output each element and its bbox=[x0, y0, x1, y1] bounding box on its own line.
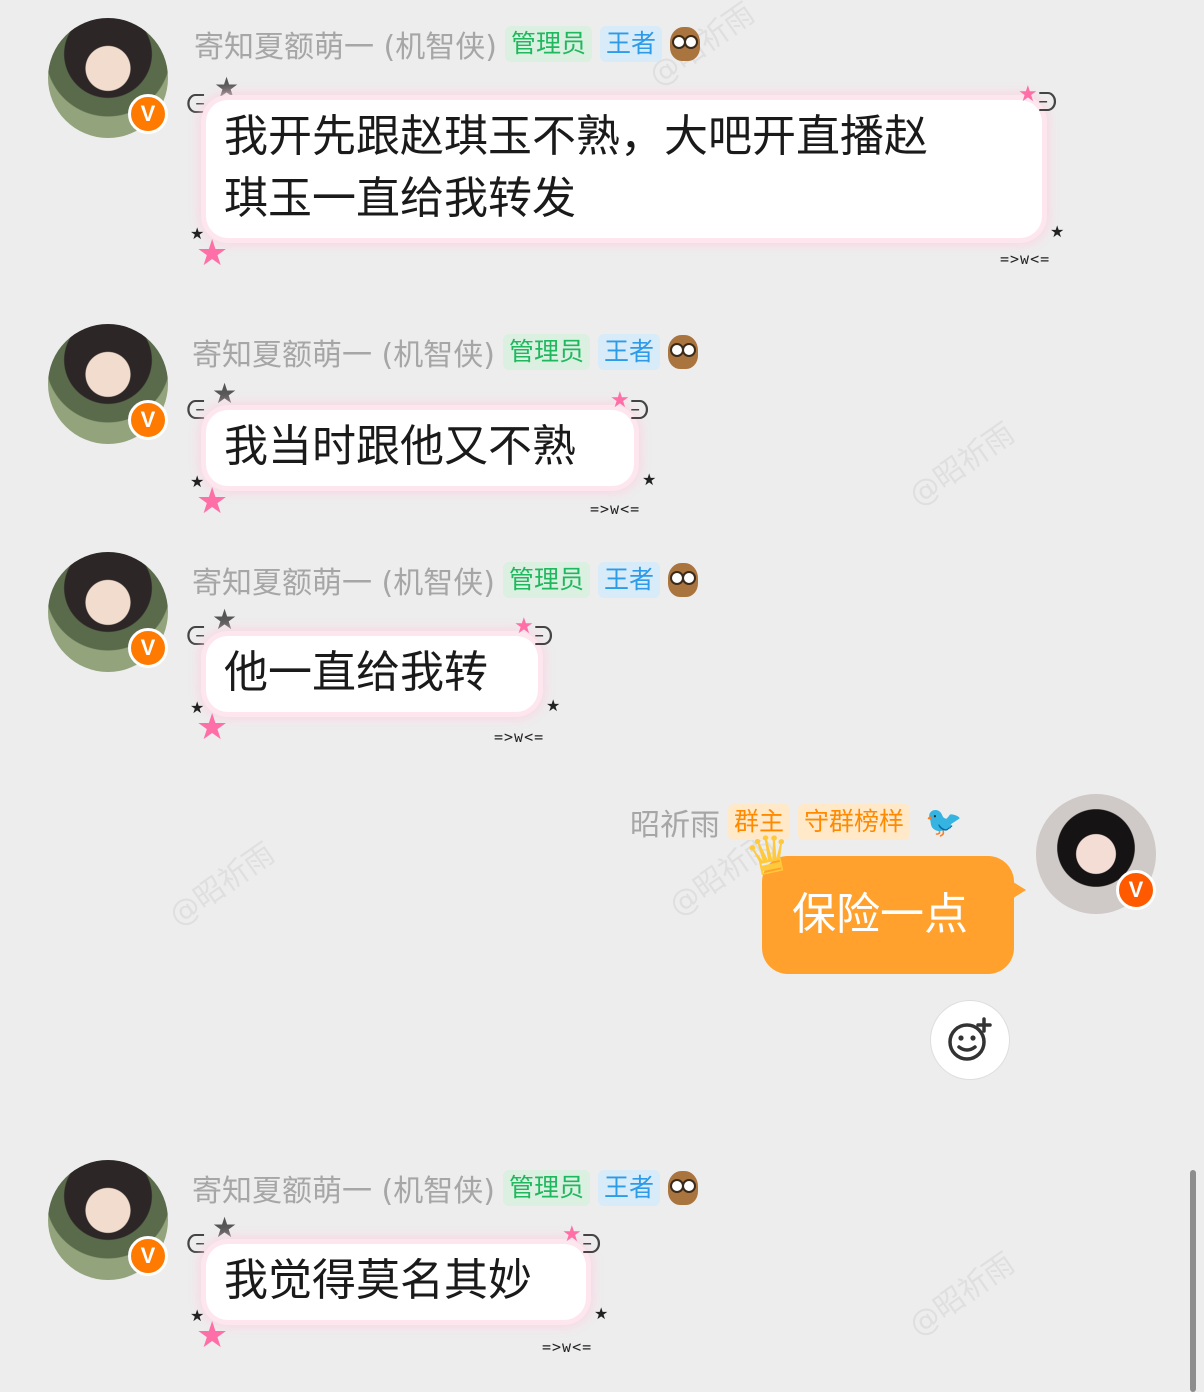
self-message-bubble[interactable]: 保险一点 bbox=[762, 856, 1026, 974]
message-text-line: 我开先跟赵琪玉不熟，大吧开直播赵 bbox=[224, 111, 928, 162]
message-text: 我觉得莫名其妙 bbox=[224, 1255, 532, 1306]
watermark: @昭祈雨 bbox=[162, 836, 282, 934]
message-bubble[interactable]: 我开先跟赵琪玉不熟，大吧开直播赵 琪玉一直给我转发 bbox=[206, 100, 1042, 238]
wing-icon: ᕮ bbox=[186, 396, 206, 426]
kaomoji: =>w<= bbox=[1000, 250, 1051, 268]
scrollbar[interactable] bbox=[1190, 1170, 1196, 1392]
wing-icon: ᕭ bbox=[582, 1230, 602, 1260]
star-icon: ★ bbox=[1050, 222, 1065, 241]
self-avatar[interactable]: V bbox=[1036, 794, 1156, 914]
wing-icon: ᕭ bbox=[630, 396, 650, 426]
watermark: @昭祈雨 bbox=[902, 416, 1022, 514]
king-badge: 王者 bbox=[597, 562, 660, 598]
sender-row: 寄知夏额萌一 (机智侠) 管理员 王者 bbox=[192, 330, 698, 374]
kaomoji: =>w<= bbox=[542, 1338, 593, 1356]
model-badge: 守群榜样 bbox=[798, 804, 911, 840]
king-badge: 王者 bbox=[597, 334, 660, 370]
sender-row: 寄知夏额萌一 (机智侠) 管理员 王者 bbox=[194, 22, 700, 66]
sender-name[interactable]: 寄知夏额萌一 (机智侠) bbox=[192, 558, 495, 602]
star-icon: ★ bbox=[196, 481, 229, 522]
message-text-line: 琪玉一直给我转发 bbox=[224, 173, 576, 224]
star-icon: ★ bbox=[1018, 82, 1038, 107]
kaomoji: =>w<= bbox=[494, 728, 545, 746]
self-name[interactable]: 昭祈雨 bbox=[630, 800, 720, 844]
star-icon: ★ bbox=[212, 1211, 238, 1244]
sender-name[interactable]: 寄知夏额萌一 (机智侠) bbox=[192, 330, 495, 374]
wing-icon: ᕭ bbox=[534, 622, 554, 652]
star-icon: ★ bbox=[212, 377, 238, 410]
bird-icon: 🐦 bbox=[925, 804, 963, 840]
star-icon: ★ bbox=[594, 1304, 609, 1323]
star-icon: ★ bbox=[514, 614, 534, 639]
vip-badge-icon: V bbox=[128, 1236, 168, 1276]
wing-icon: ᕮ bbox=[186, 1230, 206, 1260]
vip-badge-icon: V bbox=[1116, 870, 1156, 910]
sender-name[interactable]: 寄知夏额萌一 (机智侠) bbox=[194, 22, 497, 66]
kaomoji: =>w<= bbox=[590, 500, 641, 518]
avatar[interactable]: V bbox=[48, 552, 168, 672]
message-text: 我当时跟他又不熟 bbox=[224, 421, 576, 472]
star-icon: ★ bbox=[562, 1222, 582, 1247]
king-badge: 王者 bbox=[597, 1170, 660, 1206]
owl-icon bbox=[667, 1171, 698, 1205]
star-icon: ★ bbox=[196, 1315, 229, 1356]
star-icon: ★ bbox=[196, 233, 229, 274]
king-badge: 王者 bbox=[599, 26, 662, 62]
star-icon: ★ bbox=[196, 707, 229, 748]
owl-icon bbox=[667, 563, 698, 597]
avatar[interactable]: V bbox=[48, 1160, 168, 1280]
message-text: 他一直给我转 bbox=[224, 647, 488, 698]
add-reaction-button[interactable] bbox=[930, 1000, 1010, 1080]
message-bubble[interactable]: 我当时跟他又不熟 bbox=[206, 410, 634, 486]
message-bubble[interactable]: 他一直给我转 bbox=[206, 636, 538, 712]
owl-icon bbox=[669, 27, 700, 61]
admin-badge: 管理员 bbox=[502, 1170, 590, 1206]
admin-badge: 管理员 bbox=[502, 562, 590, 598]
star-icon: ★ bbox=[214, 71, 240, 104]
watermark: @昭祈雨 bbox=[902, 1246, 1022, 1344]
wing-icon: ᕭ bbox=[1038, 88, 1058, 118]
self-sender-row: 昭祈雨 群主 守群榜样 🐦 bbox=[630, 800, 970, 844]
sender-name[interactable]: 寄知夏额萌一 (机智侠) bbox=[192, 1166, 495, 1210]
star-icon: ★ bbox=[610, 388, 630, 413]
message-bubble[interactable]: 我觉得莫名其妙 bbox=[206, 1244, 586, 1320]
wing-icon: ᕮ bbox=[186, 622, 206, 652]
sender-row: 寄知夏额萌一 (机智侠) 管理员 王者 bbox=[192, 1166, 698, 1210]
smiley-add-icon bbox=[948, 1017, 992, 1061]
admin-badge: 管理员 bbox=[504, 26, 592, 62]
star-icon: ★ bbox=[212, 603, 238, 636]
star-icon: ★ bbox=[642, 470, 657, 489]
admin-badge: 管理员 bbox=[502, 334, 590, 370]
wing-icon: ᕮ bbox=[186, 90, 206, 120]
avatar[interactable]: V bbox=[48, 18, 168, 138]
message-text: 保险一点 bbox=[792, 889, 968, 940]
owl-icon bbox=[667, 335, 698, 369]
sender-row: 寄知夏额萌一 (机智侠) 管理员 王者 bbox=[192, 558, 698, 602]
vip-badge-icon: V bbox=[128, 400, 168, 440]
avatar[interactable]: V bbox=[48, 324, 168, 444]
vip-badge-icon: V bbox=[128, 94, 168, 134]
vip-badge-icon: V bbox=[128, 628, 168, 668]
star-icon: ★ bbox=[546, 696, 561, 715]
